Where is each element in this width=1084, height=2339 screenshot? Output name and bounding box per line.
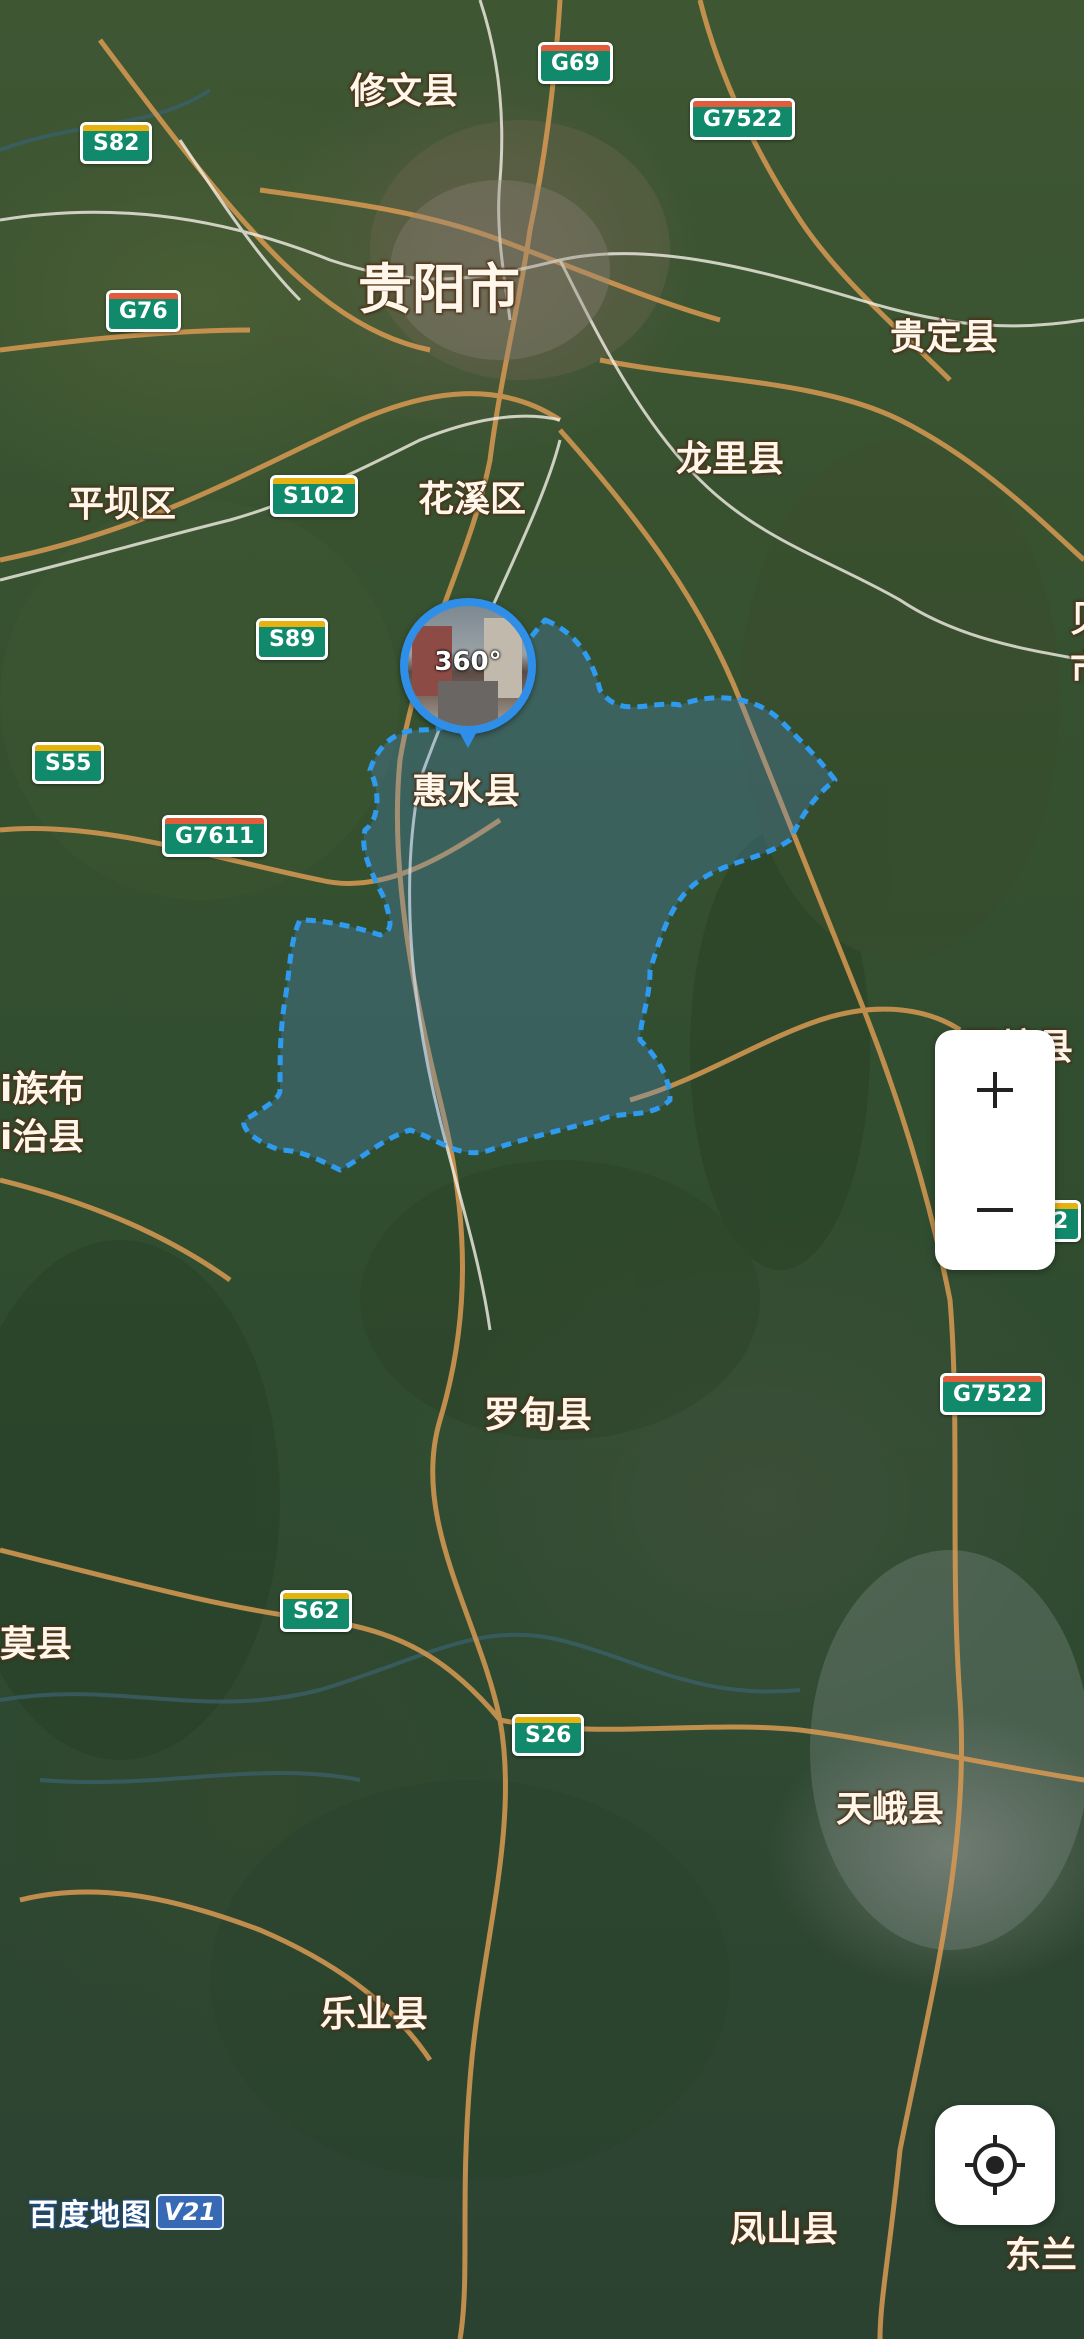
satellite-map[interactable]: 修文县 贵阳市 贵定县 平坝区 花溪区 龙里县 惠水县 罗甸县 天峨县 乐业县 …	[0, 0, 1084, 2339]
place-label-fengshan[interactable]: 凤山县	[730, 2200, 838, 2252]
road-shield-s102[interactable]: S102	[270, 475, 358, 517]
panorama-pin[interactable]: 360°	[400, 598, 540, 748]
place-label-leye[interactable]: 乐业县	[320, 1985, 428, 2037]
place-label-huishui[interactable]: 惠水县	[412, 762, 520, 814]
place-label-pingba[interactable]: 平坝区	[68, 475, 176, 527]
map-provider-logo: 百度地图 V21	[28, 2190, 224, 2234]
pin-pointer-icon	[456, 726, 480, 748]
road-shield-s26[interactable]: S26	[512, 1714, 585, 1756]
road-shield-g69[interactable]: G69	[538, 42, 613, 84]
minus-icon	[977, 1208, 1013, 1212]
place-label-duyun-partial[interactable]: 贝	[1070, 590, 1084, 642]
plus-icon	[977, 1072, 1013, 1108]
panorama-360-badge: 360°	[434, 647, 502, 677]
place-label-donglan-partial[interactable]: 东兰	[1005, 2226, 1077, 2278]
road-shield-s62[interactable]: S62	[280, 1590, 353, 1632]
road-shield-g76[interactable]: G76	[106, 290, 181, 332]
zoom-control	[935, 1030, 1055, 1270]
place-label-zhenning-partial-1[interactable]: i族布	[0, 1060, 84, 1112]
road-shield-g7522-mid[interactable]: G7522	[940, 1373, 1046, 1415]
provider-brand: 百度地图	[28, 2198, 152, 2233]
place-label-luodian[interactable]: 罗甸县	[484, 1386, 592, 1438]
place-label-guiding[interactable]: 贵定县	[890, 308, 998, 360]
place-label-longli[interactable]: 龙里县	[676, 430, 784, 482]
zoom-in-button[interactable]	[935, 1030, 1055, 1150]
provider-version: V21	[156, 2194, 224, 2230]
locate-button[interactable]	[935, 2105, 1055, 2225]
place-label-zhenning-partial-2[interactable]: i治县	[0, 1108, 84, 1160]
road-shield-s82[interactable]: S82	[80, 122, 153, 164]
place-label-tiane[interactable]: 天峨县	[836, 1780, 944, 1832]
road-shield-g7522-top[interactable]: G7522	[690, 98, 796, 140]
place-label-xiuwen[interactable]: 修文县	[350, 62, 458, 114]
place-label-duyun-partial-2[interactable]: 市	[1070, 640, 1084, 692]
zoom-out-button[interactable]	[935, 1150, 1055, 1270]
crosshair-locate-icon	[965, 2135, 1025, 2195]
road-shield-s55[interactable]: S55	[32, 742, 105, 784]
place-label-huaxi[interactable]: 花溪区	[418, 470, 526, 522]
road-shield-g7611[interactable]: G7611	[162, 815, 268, 857]
place-label-guiyang[interactable]: 贵阳市	[358, 245, 520, 324]
road-shield-s89[interactable]: S89	[256, 618, 329, 660]
place-label-wangmo-partial[interactable]: 莫县	[0, 1615, 72, 1667]
